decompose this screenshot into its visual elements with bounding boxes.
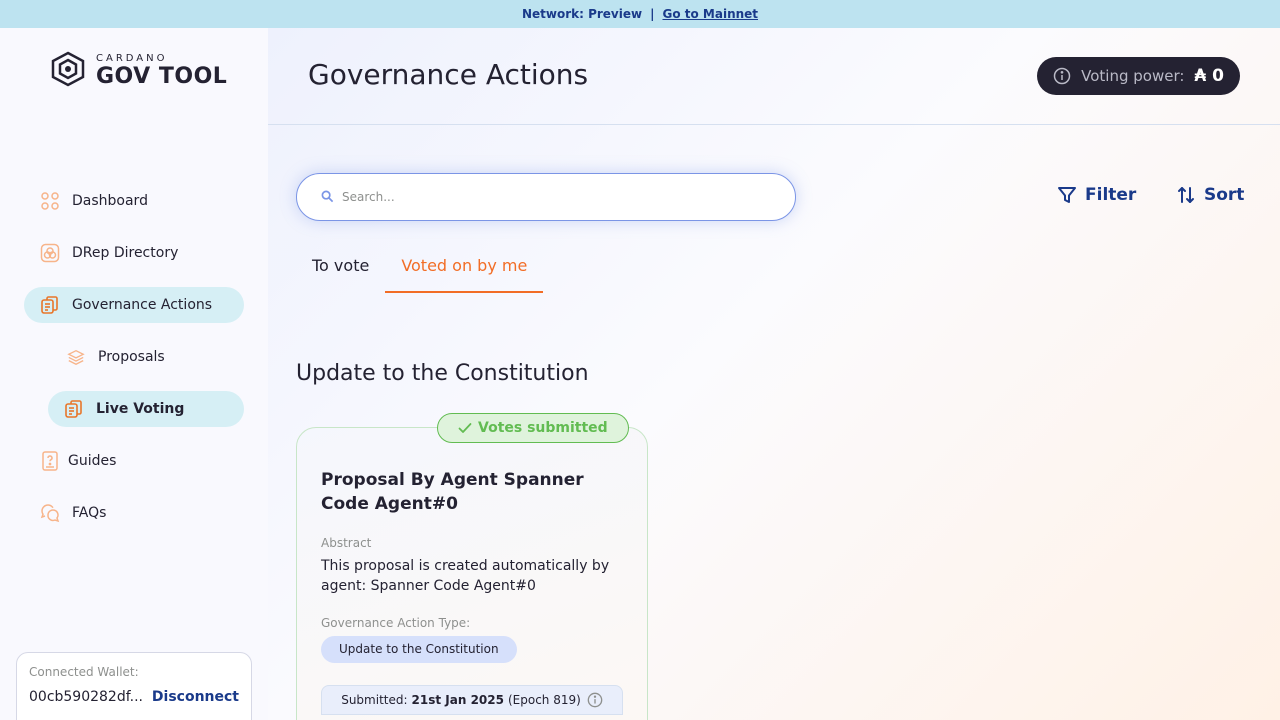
votes-submitted-badge: Votes submitted [437, 413, 629, 443]
sidebar-item-label: Proposals [98, 349, 165, 365]
card-title: Proposal By Agent Spanner Code Agent#0 [321, 470, 584, 514]
submitted-date-bar: Submitted: 21st Jan 2025 (Epoch 819) [321, 685, 623, 715]
page-header: Governance Actions Voting power: ₳ 0 [268, 28, 1280, 125]
tab-bar: To vote Voted on by me [296, 256, 544, 293]
sidebar-item-live-voting[interactable]: Live Voting [48, 391, 244, 427]
sidebar: CARDANO GOV TOOL Dashboard DRep Director… [0, 28, 268, 720]
sidebar-item-label: Guides [68, 453, 117, 469]
logo-big-text: GOV TOOL [96, 64, 228, 89]
info-icon[interactable] [587, 692, 603, 708]
sidebar-item-dashboard[interactable]: Dashboard [40, 191, 148, 211]
filter-label: Filter [1085, 185, 1137, 205]
action-type-chip: Update to the Constitution [321, 636, 517, 663]
drep-icon [40, 243, 60, 263]
cardano-logo-icon [48, 50, 88, 92]
abstract-text: This proposal is created automatically b… [321, 558, 610, 594]
sidebar-item-label: Governance Actions [72, 297, 213, 313]
filter-button[interactable]: Filter [1057, 185, 1136, 205]
search-input[interactable] [342, 190, 742, 204]
faq-icon [40, 503, 60, 523]
action-type-label: Governance Action Type: [321, 616, 471, 630]
search-box[interactable] [296, 173, 796, 221]
governance-icon [64, 399, 84, 419]
sidebar-item-label: Live Voting [96, 401, 185, 417]
abstract-label: Abstract [321, 536, 372, 550]
tab-voted-on-by-me[interactable]: Voted on by me [385, 256, 544, 293]
sidebar-item-faqs[interactable]: FAQs [40, 503, 106, 523]
search-icon [321, 188, 334, 207]
sort-label: Sort [1204, 185, 1245, 205]
banner-separator: | [650, 7, 655, 21]
network-banner: Network: Preview | Go to Mainnet [0, 0, 1280, 28]
sort-icon [1176, 185, 1196, 205]
voting-power-value: ₳ 0 [1194, 66, 1224, 86]
gov-tool-logo[interactable]: CARDANO GOV TOOL [48, 50, 227, 92]
connected-wallet-panel: Connected Wallet: 00cb590282df... Discon… [16, 652, 252, 720]
wallet-address: 00cb590282df... [29, 689, 143, 705]
guide-icon [40, 451, 60, 471]
submitted-label: Submitted: [341, 693, 408, 707]
voting-power-label: Voting power: [1081, 67, 1185, 85]
disconnect-button[interactable]: Disconnect [152, 689, 239, 705]
network-label: Network: Preview [521, 7, 643, 21]
sort-button[interactable]: Sort [1176, 185, 1244, 205]
info-icon[interactable] [1053, 67, 1071, 85]
page-title: Governance Actions [308, 58, 589, 91]
tab-to-vote[interactable]: To vote [296, 256, 385, 293]
dashboard-icon [40, 191, 60, 211]
logo-small-text: CARDANO [96, 53, 168, 64]
sidebar-item-label: Dashboard [72, 193, 148, 209]
voting-power-badge: Voting power: ₳ 0 [1037, 57, 1240, 95]
go-to-mainnet-link[interactable]: Go to Mainnet [662, 7, 758, 21]
layers-icon [66, 347, 86, 367]
sidebar-item-label: DRep Directory [72, 245, 179, 261]
governance-icon [40, 295, 60, 315]
section-title: Update to the Constitution [296, 361, 589, 386]
governance-action-card: Votes submitted Proposal By Agent Spanne… [296, 413, 648, 720]
sidebar-item-guides[interactable]: Guides [40, 451, 116, 471]
submitted-epoch: (Epoch 819) [507, 693, 581, 707]
filter-icon [1057, 185, 1077, 205]
badge-label: Votes submitted [478, 420, 608, 436]
sidebar-item-drep-directory[interactable]: DRep Directory [40, 243, 178, 263]
sidebar-item-proposals[interactable]: Proposals [66, 347, 165, 367]
submitted-date: 21st Jan 2025 [411, 693, 504, 707]
connected-wallet-label: Connected Wallet: [29, 665, 139, 679]
sidebar-item-label: FAQs [72, 505, 107, 521]
main-content: Governance Actions Voting power: ₳ 0 Fil… [268, 28, 1280, 720]
check-icon [458, 422, 472, 434]
sidebar-item-governance-actions[interactable]: Governance Actions [24, 287, 244, 323]
